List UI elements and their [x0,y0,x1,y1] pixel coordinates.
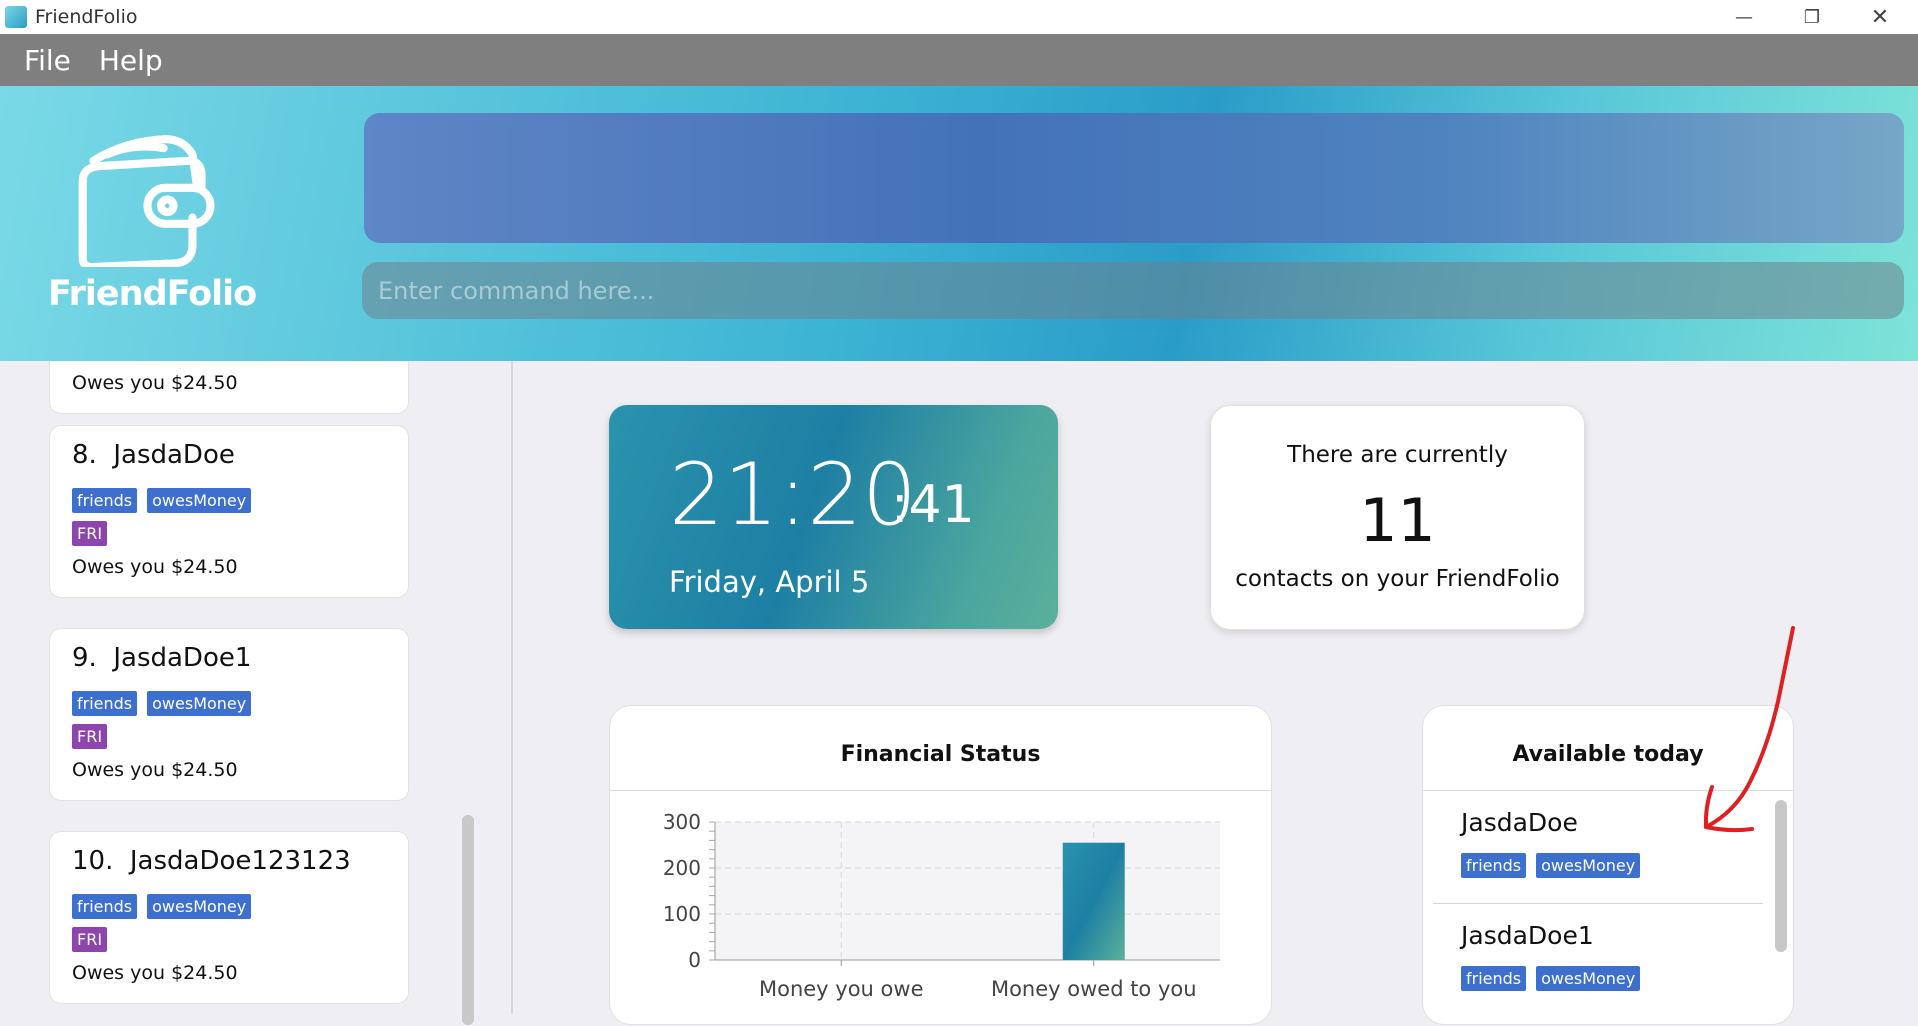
owe-amount: Owes you $24.50 [72,372,238,394]
title-bar: FriendFolio — ❐ ✕ [0,0,1918,34]
tag-list: friends owesMoney [72,488,252,513]
tag-list: friends owesMoney [72,691,252,716]
available-item[interactable]: JasdaDoe1 friends owesMoney [1461,921,1641,991]
minimize-button[interactable]: — [1710,0,1778,34]
command-input[interactable] [362,262,1904,319]
close-button[interactable]: ✕ [1846,0,1914,34]
clock-date: Friday, April 5 [669,565,870,599]
contact-count-label-bottom: contacts on your FriendFolio [1235,566,1560,592]
result-display [364,113,1904,243]
clock-card: 21:20 :41 Friday, April 5 [609,405,1058,629]
tag-owes-money: owesMoney [147,894,252,919]
financial-status-card: Financial Status 0 100 200 300 Money you owe… [609,705,1272,1025]
day-tag: FRI [72,521,108,546]
available-item[interactable]: JasdaDoe friends owesMoney [1461,808,1641,878]
contact-count-label-top: There are currently [1287,442,1508,468]
menu-bar: File Help [0,34,1918,86]
contact-name: 8. JasdaDoe [72,440,235,470]
tag-owes-money: owesMoney [1536,966,1641,991]
maximize-button[interactable]: ❐ [1778,0,1846,34]
contact-count: 11 [1359,486,1436,556]
tag-friends: friends [1461,853,1527,878]
day-tag: FRI [72,927,108,952]
wallet-logo-icon [78,135,215,267]
clock-time: 21:20 [669,445,917,545]
contact-card[interactable]: 8. JasdaDoe friends owesMoney FRI Owes y… [49,425,409,598]
contact-card[interactable]: 9. JasdaDoe1 friends owesMoney FRI Owes … [49,628,409,801]
y-tick-label: 100 [663,902,701,926]
menu-help[interactable]: Help [99,44,163,77]
day-tag: FRI [72,724,108,749]
contact-list-scrollbar[interactable] [462,815,474,1025]
tag-list: friends owesMoney [1461,966,1641,991]
owe-amount: Owes you $24.50 [72,556,238,578]
owe-amount: Owes you $24.50 [72,759,238,781]
available-name: JasdaDoe1 [1461,921,1594,950]
contact-card[interactable]: Owes you $24.50 [49,361,409,414]
owe-amount: Owes you $24.50 [72,962,238,984]
app-icon [5,6,27,28]
tag-owes-money: owesMoney [1536,853,1641,878]
tag-friends: friends [72,691,138,716]
day-tag-container: FRI [72,927,108,952]
contact-card[interactable]: 10. JasdaDoe123123 friends owesMoney FRI… [49,831,409,1004]
contact-name: 9. JasdaDoe1 [72,643,252,673]
clock-seconds: :41 [891,475,975,535]
divider [610,790,1271,791]
available-name: JasdaDoe [1461,808,1578,837]
window-title: FriendFolio [35,6,138,28]
header-banner: FriendFolio [0,86,1918,361]
y-tick-label: 0 [688,948,701,972]
annotation-arrow-icon [1703,626,1795,833]
tag-list: friends owesMoney [1461,853,1641,878]
tag-friends: friends [1461,966,1527,991]
tag-friends: friends [72,488,138,513]
financial-chart: 0 100 200 300 Money you owe Money owed to you [663,810,1220,1001]
divider [1433,903,1763,904]
contact-name: 10. JasdaDoe123123 [72,846,351,876]
logo-text: FriendFolio [48,274,257,314]
tag-list: friends owesMoney [72,894,252,919]
financial-status-title: Financial Status [840,742,1041,767]
y-tick-label: 300 [663,810,701,834]
tag-owes-money: owesMoney [147,488,252,513]
y-tick-label: 200 [663,856,701,880]
day-tag-container: FRI [72,724,108,749]
bar [1062,842,1125,960]
tag-friends: friends [72,894,138,919]
plot-area [715,822,1220,960]
tag-owes-money: owesMoney [147,691,252,716]
x-tick-label: Money owed to you [991,977,1197,1001]
contact-count-card: There are currently 11 contacts on your … [1210,405,1585,630]
menu-file[interactable]: File [24,44,71,77]
day-tag-container: FRI [72,521,108,546]
contact-list[interactable]: Owes you $24.50 8. JasdaDoe friends owes… [0,361,513,1014]
x-tick-label: Money you owe [759,977,924,1001]
